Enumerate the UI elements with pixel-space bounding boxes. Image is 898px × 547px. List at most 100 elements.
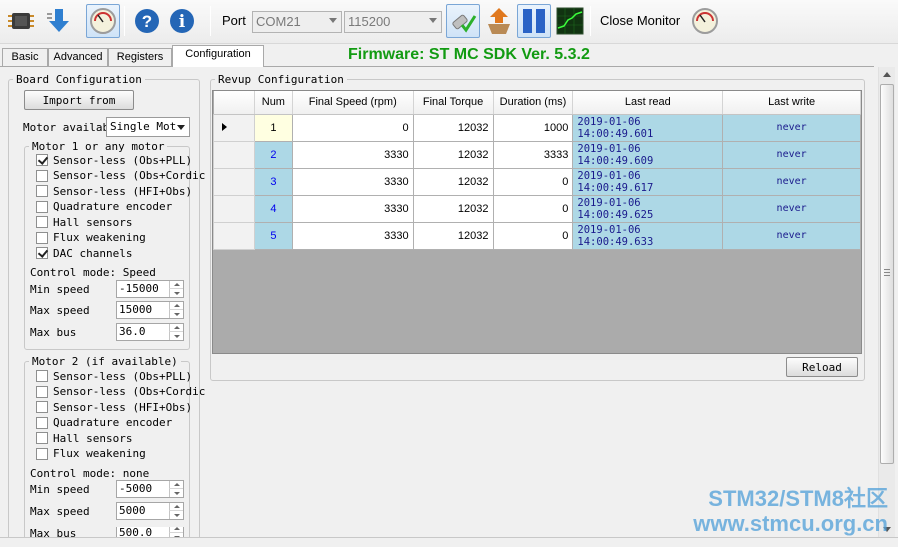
column-header[interactable]: Num [254,91,293,115]
column-header[interactable]: Last read [572,91,724,115]
motor1-option[interactable]: Hall sensors [36,215,132,229]
motor2-option[interactable]: Quadrature encoder [36,416,172,430]
spin-up-icon[interactable] [169,481,183,489]
row-header[interactable] [213,221,255,250]
info-icon[interactable]: i [165,4,199,38]
motor2-option[interactable]: Hall sensors [36,431,132,445]
motor2-option[interactable]: Flux weakening [36,447,146,461]
motor1-min-speed-input[interactable]: -15000 [116,280,184,298]
pause-icon[interactable] [517,4,551,38]
motor1-option[interactable]: Flux weakening [36,231,146,245]
scrollbar-thumb[interactable] [880,84,894,464]
cell-final-speed[interactable]: 3330 [291,140,414,169]
checkbox[interactable] [36,247,48,259]
spin-up-icon[interactable] [169,503,183,511]
motor2-option[interactable]: Sensor-less (Obs+PLL) [36,369,192,383]
motor1-option[interactable]: Sensor-less (HFI+Obs) [36,184,192,198]
close-monitor-label[interactable]: Close Monitor [600,13,680,28]
spin-down-icon[interactable] [169,489,183,497]
cell-last-write[interactable]: never [722,221,861,250]
revup-grid[interactable]: Num Final Speed (rpm) Final Torque Durat… [212,90,862,354]
cell-last-read[interactable]: 2019-01-06 14:00:49.625 [572,194,724,223]
spin-down-icon[interactable] [169,310,183,318]
cell-last-write[interactable]: never [722,140,861,169]
checkbox[interactable] [36,169,48,182]
help-icon[interactable]: ? [130,4,164,38]
column-header[interactable]: Last write [722,91,861,115]
motor1-option[interactable]: Sensor-less (Obs+PLL) [36,153,192,167]
upload-box-icon[interactable] [482,4,516,38]
download-arrow-icon[interactable] [42,4,76,38]
cell-duration[interactable]: 0 [492,167,574,196]
scroll-up-icon[interactable] [883,72,891,77]
cell-final-speed[interactable]: 0 [291,113,414,142]
tab-advanced[interactable]: Advanced [48,48,108,66]
cell-last-read[interactable]: 2019-01-06 14:00:49.601 [572,113,724,142]
row-header[interactable] [213,194,255,223]
baud-select[interactable]: 115200 [344,11,442,33]
tab-basic[interactable]: Basic [2,48,48,66]
cell-last-write[interactable]: never [722,167,861,196]
checkbox[interactable] [36,401,48,413]
column-header[interactable]: Duration (ms) [493,91,574,115]
motor2-option[interactable]: Sensor-less (HFI+Obs) [36,400,192,414]
checkbox[interactable] [36,432,48,444]
spin-up-icon[interactable] [169,281,183,289]
spin-down-icon[interactable] [169,289,183,297]
table-row[interactable]: 1 0 12032 1000 2019-01-06 14:00:49.601 never [213,113,861,142]
cell-duration[interactable]: 0 [492,194,574,223]
motor1-max-speed-input[interactable]: 15000 [116,301,184,319]
cell-num[interactable]: 1 [253,113,293,142]
cell-duration[interactable]: 3333 [492,140,574,169]
motor2-option[interactable]: Sensor-less (Obs+Cordic [36,385,205,399]
checkbox[interactable] [36,200,48,213]
motor2-min-speed-input[interactable]: -5000 [116,480,184,498]
connect-plug-icon[interactable] [446,4,480,38]
cell-num[interactable]: 2 [253,140,293,169]
cell-last-read[interactable]: 2019-01-06 14:00:49.609 [572,140,724,169]
gauge-icon[interactable] [688,4,722,38]
cell-num[interactable]: 5 [253,221,293,250]
checkbox[interactable] [36,216,48,228]
reload-button[interactable]: Reload [786,357,858,377]
checkbox[interactable] [36,154,48,166]
import-from-button[interactable]: Import from [24,90,134,110]
tab-registers[interactable]: Registers [108,48,172,66]
cell-final-speed[interactable]: 3330 [291,194,414,223]
cell-final-torque[interactable]: 12032 [412,167,494,196]
cell-final-torque[interactable]: 12032 [412,194,494,223]
table-row[interactable]: 5 3330 12032 0 2019-01-06 14:00:49.633 never [213,221,861,250]
cell-final-speed[interactable]: 3330 [291,221,414,250]
checkbox[interactable] [36,447,48,460]
cell-final-torque[interactable]: 12032 [412,113,494,142]
motor1-option[interactable]: Quadrature encoder [36,200,172,214]
motor2-max-speed-input[interactable]: 5000 [116,502,184,520]
table-row[interactable]: 2 3330 12032 3333 2019-01-06 14:00:49.609 nev… [213,140,861,169]
cell-last-write[interactable]: never [722,113,861,142]
cell-last-read[interactable]: 2019-01-06 14:00:49.633 [572,221,724,250]
motor1-option[interactable]: DAC channels [36,246,132,260]
spin-down-icon[interactable] [169,511,183,519]
motor1-option[interactable]: Sensor-less (Obs+Cordic [36,169,205,183]
checkbox[interactable] [36,185,48,197]
spin-up-icon[interactable] [169,324,183,332]
motor-available-select[interactable]: Single Mot [106,117,190,137]
cell-last-read[interactable]: 2019-01-06 14:00:49.617 [572,167,724,196]
checkbox[interactable] [36,385,48,398]
chip-icon[interactable] [4,4,38,38]
cell-duration[interactable]: 0 [492,221,574,250]
cell-final-speed[interactable]: 3330 [291,167,414,196]
cell-num[interactable]: 3 [253,167,293,196]
cell-num[interactable]: 4 [253,194,293,223]
column-header[interactable]: Final Speed (rpm) [292,91,414,115]
row-header[interactable] [213,113,255,142]
table-row[interactable]: 4 3330 12032 0 2019-01-06 14:00:49.625 never [213,194,861,223]
port-select[interactable]: COM21 [252,11,342,33]
cell-duration[interactable]: 1000 [492,113,574,142]
column-header[interactable]: Final Torque [413,91,494,115]
cell-last-write[interactable]: never [722,194,861,223]
table-row[interactable]: 3 3330 12032 0 2019-01-06 14:00:49.617 never [213,167,861,196]
row-header[interactable] [213,140,255,169]
gauge-icon[interactable] [86,4,120,38]
oscilloscope-icon[interactable] [553,4,587,38]
